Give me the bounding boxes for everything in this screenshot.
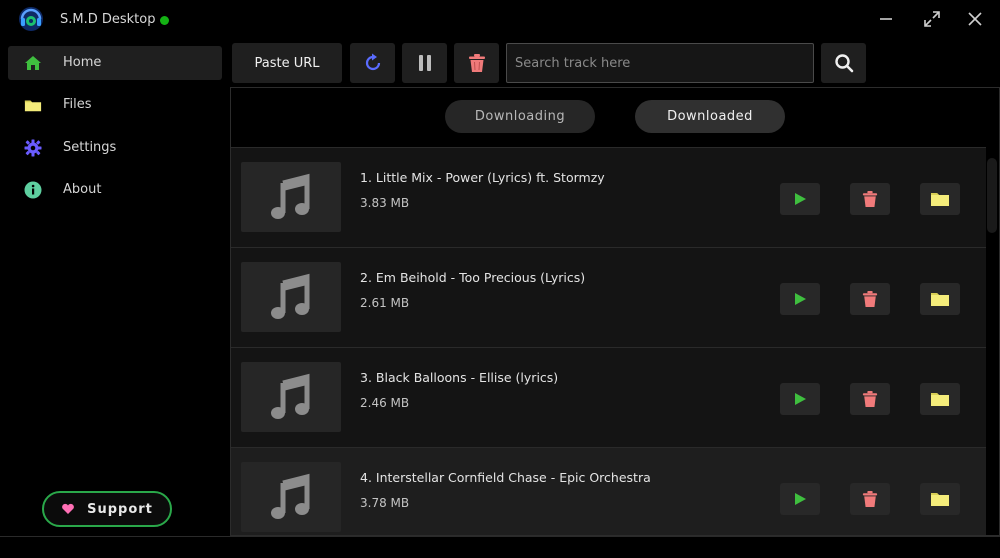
track-row: 3. Black Balloons - Ellise (lyrics) 2.46… — [231, 347, 986, 447]
folder-icon — [931, 193, 949, 206]
trash-icon — [862, 191, 878, 207]
music-note-icon — [271, 373, 310, 419]
play-icon — [795, 393, 806, 405]
track-title: 3. Black Balloons - Ellise (lyrics) — [360, 370, 559, 385]
play-icon — [795, 293, 806, 305]
play-button[interactable] — [780, 383, 820, 415]
delete-track-button[interactable] — [850, 483, 890, 515]
scrollbar-thumb[interactable] — [987, 158, 997, 233]
refresh-button[interactable] — [350, 43, 395, 83]
search-input[interactable] — [506, 43, 814, 83]
home-icon — [24, 54, 42, 72]
tab-label: Downloaded — [667, 109, 753, 124]
status-bar — [0, 536, 1000, 558]
track-row: 4. Interstellar Cornfield Chase - Epic O… — [231, 447, 986, 535]
track-thumbnail — [241, 462, 341, 532]
refresh-icon — [365, 53, 380, 71]
trash-icon — [862, 491, 878, 507]
sidebar-item-label: About — [63, 182, 102, 197]
maximize-button[interactable] — [920, 8, 944, 30]
play-button[interactable] — [780, 483, 820, 515]
search-button[interactable] — [821, 43, 866, 83]
track-size: 2.46 MB — [360, 396, 410, 410]
close-button[interactable] — [963, 8, 987, 30]
sidebar-item-home[interactable]: Home — [8, 46, 222, 80]
downloads-panel: Downloading Downloaded 1. Little Mix - P… — [230, 87, 1000, 536]
trash-icon — [468, 54, 485, 72]
delete-track-button[interactable] — [850, 383, 890, 415]
pause-icon — [418, 55, 431, 71]
folder-icon — [931, 493, 949, 506]
play-button[interactable] — [780, 183, 820, 215]
music-note-icon — [271, 473, 310, 519]
track-thumbnail — [241, 262, 341, 332]
app-window: S.M.D Desktop Home Files Settings About … — [0, 0, 1000, 558]
track-size: 3.78 MB — [360, 496, 410, 510]
paste-url-button[interactable]: Paste URL — [232, 43, 342, 83]
music-note-icon — [271, 173, 310, 219]
delete-track-button[interactable] — [850, 183, 890, 215]
track-size: 3.83 MB — [360, 196, 410, 210]
tab-label: Downloading — [474, 109, 566, 124]
track-title: 1. Little Mix - Power (Lyrics) ft. Storm… — [360, 170, 605, 185]
open-folder-button[interactable] — [920, 283, 960, 315]
tab-downloading[interactable]: Downloading — [445, 100, 595, 133]
app-logo-icon — [19, 7, 43, 31]
track-title: 4. Interstellar Cornfield Chase - Epic O… — [360, 470, 651, 485]
minimize-button[interactable] — [874, 8, 898, 30]
folder-icon — [931, 393, 949, 406]
support-button[interactable]: Support — [42, 491, 172, 527]
info-icon — [24, 181, 42, 199]
title-bar: S.M.D Desktop — [0, 0, 1000, 38]
play-icon — [795, 193, 806, 205]
delete-track-button[interactable] — [850, 283, 890, 315]
track-thumbnail — [241, 362, 341, 432]
folder-icon — [931, 293, 949, 306]
track-list: 1. Little Mix - Power (Lyrics) ft. Storm… — [231, 147, 986, 535]
sidebar-item-label: Settings — [63, 140, 117, 155]
delete-all-button[interactable] — [454, 43, 499, 83]
sidebar-item-label: Files — [63, 97, 92, 112]
folder-icon — [24, 96, 42, 114]
expand-icon — [924, 11, 940, 27]
open-folder-button[interactable] — [920, 183, 960, 215]
sidebar-item-files[interactable]: Files — [8, 88, 222, 122]
minimize-icon — [880, 18, 892, 20]
gear-icon — [24, 139, 42, 157]
sidebar-item-settings[interactable]: Settings — [8, 131, 222, 165]
paste-url-label: Paste URL — [254, 55, 320, 71]
app-title: S.M.D Desktop — [60, 12, 156, 27]
track-row: 1. Little Mix - Power (Lyrics) ft. Storm… — [231, 147, 986, 247]
sidebar: Home Files Settings About Support — [0, 40, 230, 535]
open-folder-button[interactable] — [920, 483, 960, 515]
play-icon — [795, 493, 806, 505]
track-size: 2.61 MB — [360, 296, 410, 310]
sidebar-item-about[interactable]: About — [8, 173, 222, 207]
track-thumbnail — [241, 162, 341, 232]
support-label: Support — [87, 501, 153, 517]
track-title: 2. Em Beihold - Too Precious (Lyrics) — [360, 270, 586, 285]
search-icon — [834, 54, 853, 73]
status-indicator — [160, 16, 169, 25]
tab-downloaded[interactable]: Downloaded — [635, 100, 785, 133]
track-row: 2. Em Beihold - Too Precious (Lyrics) 2.… — [231, 247, 986, 347]
open-folder-button[interactable] — [920, 383, 960, 415]
play-button[interactable] — [780, 283, 820, 315]
sidebar-item-label: Home — [63, 55, 102, 70]
heart-icon — [62, 503, 74, 514]
trash-icon — [862, 391, 878, 407]
pause-button[interactable] — [402, 43, 447, 83]
trash-icon — [862, 291, 878, 307]
close-icon — [968, 12, 982, 26]
music-note-icon — [271, 273, 310, 319]
